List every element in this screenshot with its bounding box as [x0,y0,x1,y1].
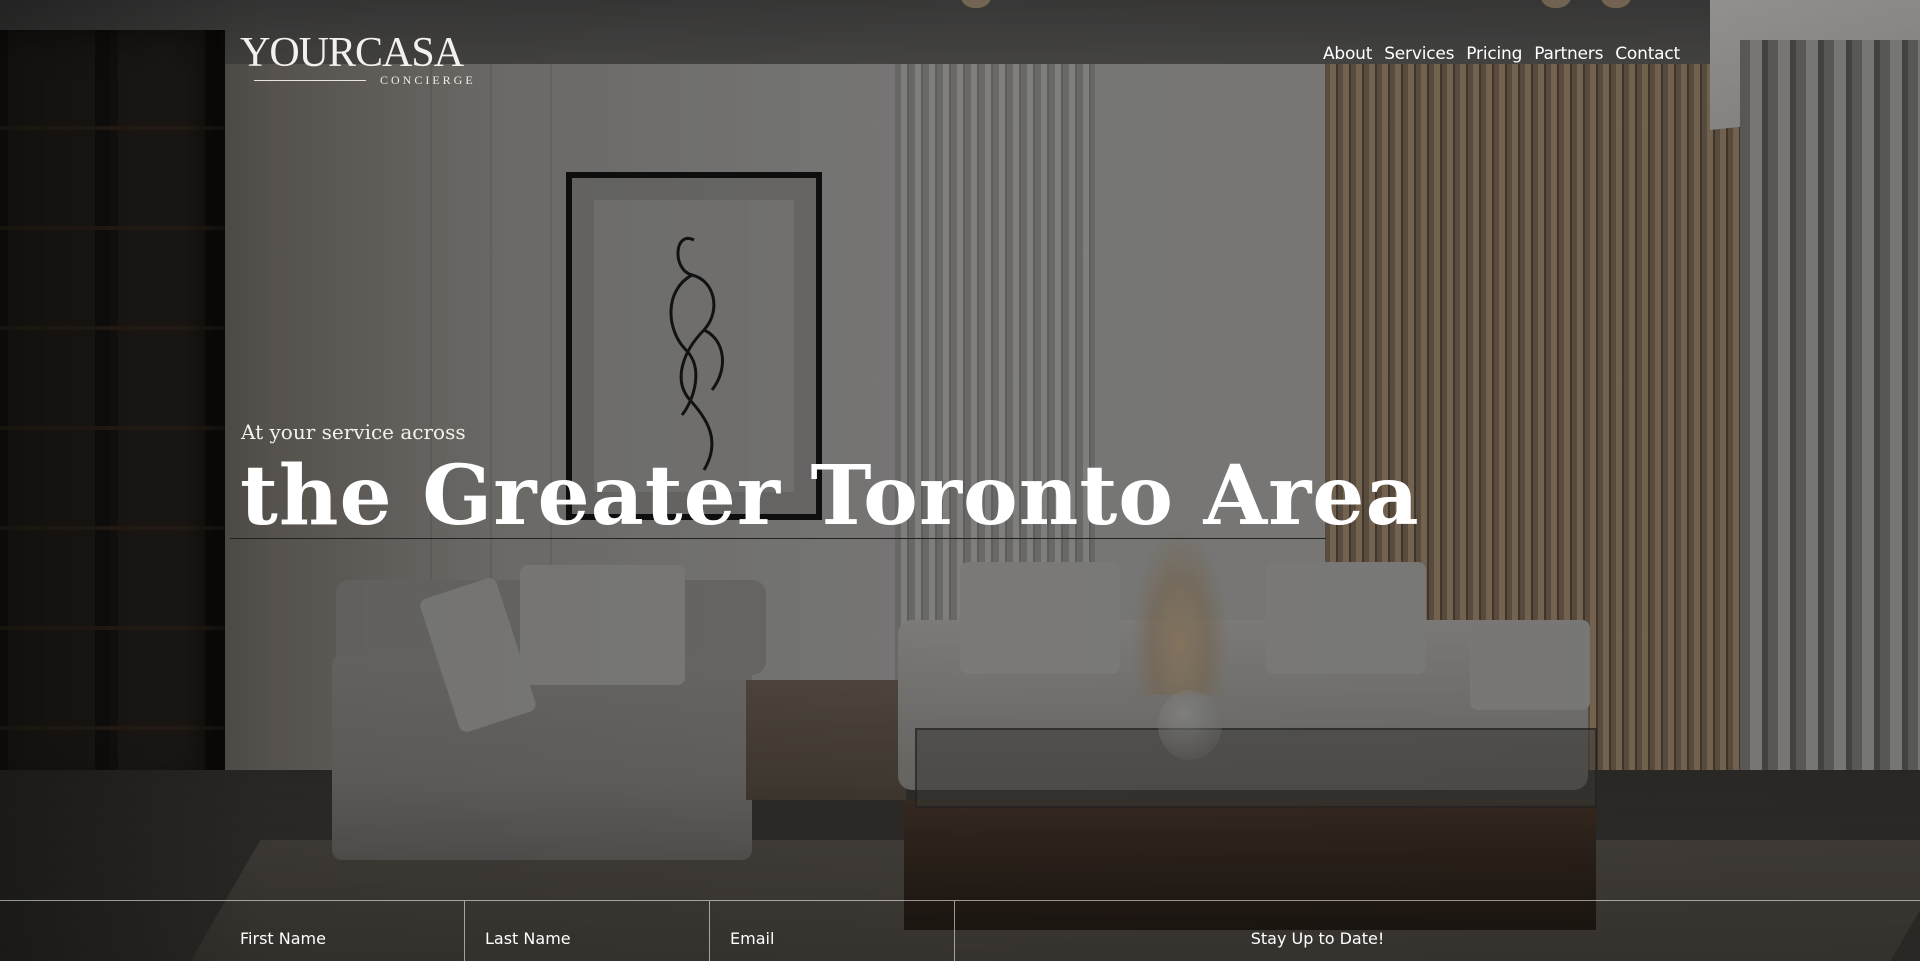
last-name-cell [465,901,710,961]
first-name-cell [240,901,465,961]
brand-name: YOURCASA [240,30,464,76]
hero-kicker: At your service across [241,420,466,444]
nav-item-partners[interactable]: Partners [1534,44,1603,64]
brand-tagline: CONCIERGE [380,73,476,87]
subscribe-button[interactable]: Stay Up to Date! [955,901,1680,961]
nav-item-pricing[interactable]: Pricing [1466,44,1522,64]
nav-item-about[interactable]: About [1323,44,1372,64]
brand-logo[interactable]: YOURCASA CONCIERGE [240,30,492,88]
newsletter-form: Stay Up to Date! [0,900,1920,961]
first-name-input[interactable] [240,901,464,961]
main-nav: About Services Pricing Partners Contact [1323,44,1680,64]
email-input[interactable] [730,901,954,961]
hero-title: the Greater Toronto Area [240,448,1420,544]
last-name-input[interactable] [485,901,709,961]
hero-divider [230,538,1326,539]
nav-item-services[interactable]: Services [1384,44,1454,64]
logo-divider [254,80,366,81]
email-cell [710,901,955,961]
nav-item-contact[interactable]: Contact [1615,44,1680,64]
